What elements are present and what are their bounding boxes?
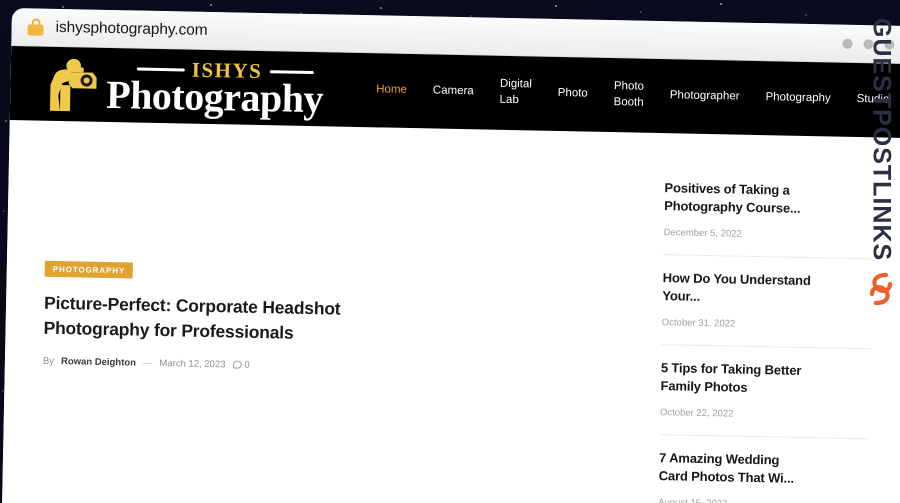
padlock-icon xyxy=(27,17,44,36)
main-content-column: PHOTOGRAPHY Picture-Perfect: Corporate H… xyxy=(2,120,648,503)
byline-label: By xyxy=(42,355,55,367)
sidebar-post-item[interactable]: 5 Tips for Taking Better Family Photos O… xyxy=(659,344,871,439)
window-dot-3[interactable] xyxy=(884,39,895,50)
article-author[interactable]: Rowan Deighton xyxy=(61,356,136,369)
window-dot-1[interactable] xyxy=(842,38,853,49)
nav-item-studio[interactable]: Studio xyxy=(844,92,900,109)
sidebar-post-date: December 5, 2022 xyxy=(663,227,742,240)
meta-separator: — xyxy=(142,357,153,369)
nav-item-photography[interactable]: Photography xyxy=(752,90,844,107)
sidebar-recent-posts: Positives of Taking a Photography Course… xyxy=(638,133,900,503)
nav-item-home[interactable]: Home xyxy=(363,82,420,99)
nav-item-photographer[interactable]: Photographer xyxy=(657,88,753,105)
logo-main-text: Photography xyxy=(105,71,324,121)
screenshot-stage: ishysphotography.com ISHYS Photography H… xyxy=(0,0,900,503)
sidebar-post-title[interactable]: 5 Tips for Taking Better Family Photos xyxy=(660,359,811,399)
sidebar-post-date: October 22, 2022 xyxy=(659,406,734,420)
sidebar-post-title[interactable]: How Do You Understand Your... xyxy=(662,269,813,309)
sidebar-post-title[interactable]: 7 Amazing Wedding Card Photos That Wi... xyxy=(659,449,810,489)
window-controls[interactable] xyxy=(842,38,895,50)
page-body: PHOTOGRAPHY Picture-Perfect: Corporate H… xyxy=(1,119,900,503)
window-dot-2[interactable] xyxy=(863,38,874,49)
main-navigation: Home Camera Digital Lab Photo Photo Boot… xyxy=(363,65,900,127)
comment-count-group[interactable]: 0 xyxy=(232,359,250,371)
logo-dash-left xyxy=(136,67,185,71)
nav-item-camera[interactable]: Camera xyxy=(420,83,487,100)
article-meta: By Rowan Deighton — March 12, 2023 0 xyxy=(43,355,643,378)
comment-count: 0 xyxy=(244,359,250,371)
browser-window: ishysphotography.com ISHYS Photography H… xyxy=(1,8,900,503)
article-date: March 12, 2023 xyxy=(159,357,226,371)
nav-item-photo[interactable]: Photo xyxy=(545,86,601,103)
sidebar-post-title[interactable]: Positives of Taking a Photography Course… xyxy=(664,179,815,219)
article-title[interactable]: Picture-Perfect: Corporate Headshot Phot… xyxy=(43,291,344,348)
sidebar-post-item[interactable]: How Do You Understand Your... October 31… xyxy=(661,255,873,350)
logo-dash-right xyxy=(269,69,314,74)
site-logo[interactable]: ISHYS Photography xyxy=(48,54,324,121)
sidebar-post-item[interactable]: 7 Amazing Wedding Card Photos That Wi...… xyxy=(658,435,869,503)
photographer-camera-icon xyxy=(49,58,97,112)
sidebar-post-date: August 15, 2022 xyxy=(658,496,728,503)
nav-item-photo-booth[interactable]: Photo Booth xyxy=(600,79,657,111)
url-text[interactable]: ishysphotography.com xyxy=(55,18,207,39)
nav-item-digital-lab[interactable]: Digital Lab xyxy=(486,77,545,109)
category-badge[interactable]: PHOTOGRAPHY xyxy=(44,260,134,279)
sidebar-post-date: October 31, 2022 xyxy=(661,316,736,330)
comment-bubble-icon xyxy=(232,360,242,369)
sidebar-post-item[interactable]: Positives of Taking a Photography Course… xyxy=(663,165,874,260)
